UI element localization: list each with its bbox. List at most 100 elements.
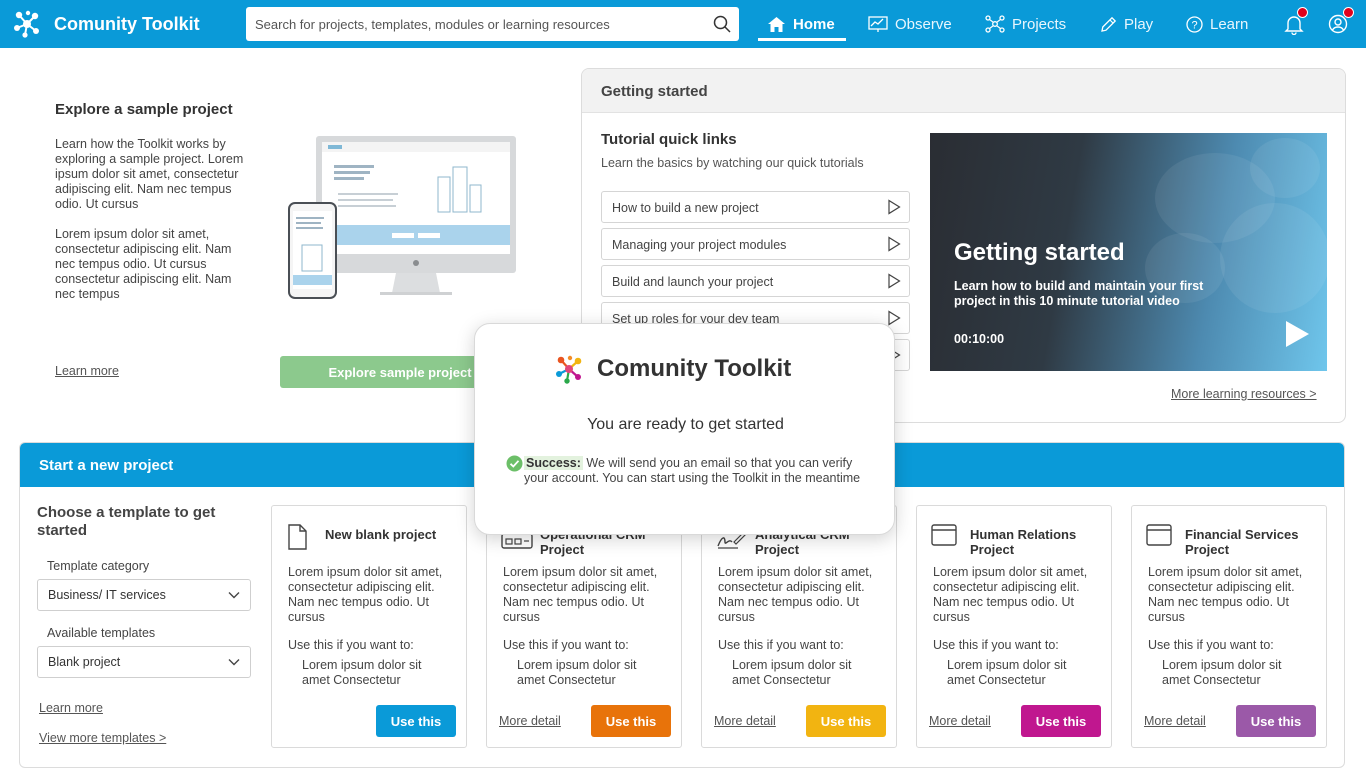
use-this-button[interactable]: Use this [1236, 705, 1316, 737]
getting-started-title: Getting started [582, 69, 1345, 113]
nav-projects[interactable]: Projects [985, 0, 1066, 48]
window-icon [931, 524, 957, 546]
card-title: Financial Services Project [1185, 527, 1299, 557]
app-name: Comunity Toolkit [54, 13, 200, 34]
sample-project-title: Explore a sample project [55, 101, 233, 118]
card-use-if: Use this if you want to: [288, 638, 414, 652]
help-icon: ? [1186, 15, 1203, 33]
card-description: Lorem ipsum dolor sit amet, consectetur … [1148, 565, 1303, 624]
use-this-button[interactable]: Use this [1021, 705, 1101, 737]
template-card-financial-services: Financial Services Project Lorem ipsum d… [1131, 505, 1327, 748]
chevron-down-icon [228, 659, 240, 666]
play-icon [888, 273, 901, 289]
template-category-select[interactable]: Business/ IT services [37, 579, 251, 611]
card-description: Lorem ipsum dolor sit amet, consectetur … [933, 565, 1088, 624]
use-this-button[interactable]: Use this [376, 705, 456, 737]
devices-illustration [288, 136, 516, 299]
nav-learn-label: Learn [1210, 15, 1249, 33]
tutorial-link-label: Managing your project modules [612, 238, 787, 252]
play-icon [888, 310, 901, 326]
tutorial-quick-links-subtitle: Learn the basics by watching our quick t… [601, 156, 864, 170]
notification-dot [1297, 7, 1308, 18]
card-bullet: Lorem ipsum dolor sit amet Consectetur [302, 658, 422, 687]
success-label: Success: [524, 456, 583, 470]
video-play-icon[interactable] [1283, 319, 1311, 349]
more-detail-link[interactable]: More detail [714, 714, 776, 728]
template-card-new-blank: New blank project Lorem ipsum dolor sit … [271, 505, 467, 748]
card-use-if: Use this if you want to: [503, 638, 629, 652]
card-use-if: Use this if you want to: [933, 638, 1059, 652]
toolkit-logo-icon [14, 10, 39, 38]
search-input[interactable] [246, 7, 706, 41]
card-bullet: Lorem ipsum dolor sit amet Consectetur [1162, 658, 1282, 687]
nav-play[interactable]: Play [1100, 0, 1153, 48]
nav-observe[interactable]: Observe [868, 0, 952, 48]
sample-project-description: Learn how the Toolkit works by exploring… [55, 137, 244, 211]
more-learning-resources-link[interactable]: More learning resources > [1171, 387, 1317, 401]
video-title: Getting started [954, 239, 1125, 266]
tutorial-link[interactable]: Build and launch your project [601, 265, 910, 297]
tutorial-link[interactable]: Managing your project modules [601, 228, 910, 260]
nav-learn[interactable]: ? Learn [1186, 0, 1248, 48]
brand[interactable]: Comunity Toolkit [12, 9, 200, 39]
active-tab-indicator [758, 38, 846, 41]
search-bar [246, 7, 739, 41]
toolkit-logo-icon [556, 355, 582, 384]
play-icon [888, 236, 901, 252]
card-description: Lorem ipsum dolor sit amet, consectetur … [503, 565, 658, 624]
template-card-analytical-crm: Analytical CRM Project Lorem ipsum dolor… [701, 505, 897, 748]
view-more-templates-link[interactable]: View more templates > [39, 731, 166, 745]
template-category-value: Business/ IT services [48, 588, 166, 602]
card-bullet: Lorem ipsum dolor sit amet Consectetur [732, 658, 852, 687]
tutorial-link-label: How to build a new project [612, 201, 759, 215]
nav-projects-label: Projects [1012, 15, 1067, 33]
use-this-button[interactable]: Use this [591, 705, 671, 737]
templates-learn-more-link[interactable]: Learn more [39, 701, 103, 715]
home-icon [768, 16, 785, 32]
success-check-icon [506, 455, 523, 472]
tutorial-quick-links-title: Tutorial quick links [601, 131, 737, 148]
card-description: Lorem ipsum dolor sit amet, consectetur … [288, 565, 443, 624]
top-navigation-bar: Comunity Toolkit Home Observe Projects P… [0, 0, 1366, 48]
card-use-if: Use this if you want to: [1148, 638, 1274, 652]
tutorial-link[interactable]: How to build a new project [601, 191, 910, 223]
tutorial-link-label: Build and launch your project [612, 275, 774, 289]
more-detail-link[interactable]: More detail [499, 714, 561, 728]
card-title: New blank project [325, 527, 437, 542]
window-icon [1146, 524, 1172, 546]
pencil-icon [1101, 16, 1117, 32]
dialog-app-name: Comunity Toolkit [597, 355, 792, 382]
template-category-label: Template category [47, 559, 150, 573]
projects-icon [985, 15, 1005, 33]
available-templates-label: Available templates [47, 626, 156, 640]
more-detail-link[interactable]: More detail [929, 714, 991, 728]
card-bullet: Lorem ipsum dolor sit amet Consectetur [517, 658, 637, 687]
more-detail-link[interactable]: More detail [1144, 714, 1206, 728]
template-card-human-relations: Human Relations Project Lorem ipsum dolo… [916, 505, 1112, 748]
search-icon[interactable] [713, 15, 731, 33]
dialog-brand: Comunity Toolkit [553, 353, 791, 385]
available-templates-select[interactable]: Blank project [37, 646, 251, 678]
card-title: Human Relations Project [970, 527, 1077, 557]
sample-project-description-2: Lorem ipsum dolor sit amet, consectetur … [55, 227, 232, 301]
account-notification-dot [1343, 7, 1354, 18]
nav-play-label: Play [1124, 15, 1154, 33]
success-message: Success: We will send you an email so th… [524, 456, 874, 486]
play-icon [888, 199, 901, 215]
video-duration: 00:10:00 [954, 332, 1005, 346]
svg-text:?: ? [1191, 19, 1197, 31]
card-bullet: Lorem ipsum dolor sit amet Consectetur [947, 658, 1067, 687]
nav-observe-label: Observe [895, 15, 952, 33]
nav-home-label: Home [793, 15, 835, 33]
sample-learn-more-link[interactable]: Learn more [55, 364, 119, 378]
tutorial-video-player[interactable]: Getting started Learn how to build and m… [930, 133, 1327, 371]
card-description: Lorem ipsum dolor sit amet, consectetur … [718, 565, 873, 624]
explore-sample-project-button[interactable]: Explore sample project [280, 356, 480, 388]
dialog-heading: You are ready to get started [587, 416, 784, 433]
available-templates-value: Blank project [48, 655, 121, 669]
document-icon [288, 524, 307, 550]
success-dialog[interactable]: Comunity Toolkit You are ready to get st… [474, 323, 895, 535]
video-subtitle: Learn how to build and maintain your fir… [954, 279, 1204, 308]
use-this-button[interactable]: Use this [806, 705, 886, 737]
choose-template-heading: Choose a template to get started [37, 504, 216, 539]
